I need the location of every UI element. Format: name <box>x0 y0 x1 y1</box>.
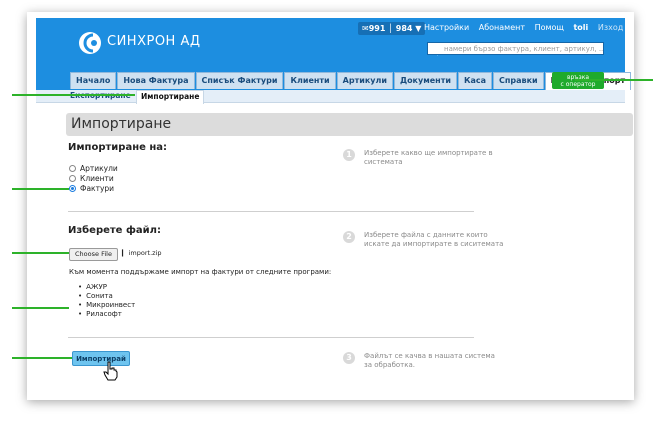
annotation-line-file <box>12 252 69 254</box>
radio-articles[interactable]: Артикули <box>69 164 118 173</box>
step-2-number: 2 <box>343 231 355 243</box>
tab-invoice-list[interactable]: Списък Фактури <box>195 72 284 89</box>
list-item: Риласофт <box>78 310 135 319</box>
supported-programs-notice: Към момента поддържаме импорт на фактури… <box>69 268 332 276</box>
radio-circle[interactable] <box>69 175 76 182</box>
step-1-text: Изберете какво ще импортирате в системат… <box>364 149 493 166</box>
import-button[interactable]: Импортирай <box>72 351 130 366</box>
annotation-line-programs <box>12 307 69 309</box>
list-item: АЖУР <box>78 283 135 292</box>
radio-label: Клиенти <box>80 174 114 183</box>
radio-label: Артикули <box>80 164 118 173</box>
subscription-link[interactable]: Абонамент <box>479 23 525 32</box>
import-to-label: Импортиране на: <box>68 142 168 153</box>
step-1-number: 1 <box>343 149 355 161</box>
choose-file-button[interactable]: Choose File <box>69 248 118 261</box>
page-title: Импортиране <box>66 113 633 136</box>
tab-home[interactable]: Начало <box>70 72 117 89</box>
subtab-export[interactable]: Експортиране <box>70 90 131 102</box>
help-link[interactable]: Помощ <box>535 23 564 32</box>
section-divider <box>68 211 474 212</box>
section-divider <box>68 337 474 338</box>
main-nav-tabs: Начало Нова Фактура Списък Фактури Клиен… <box>70 72 632 90</box>
file-name-text: import.zip <box>128 249 162 257</box>
list-item: Микроинвест <box>78 301 135 310</box>
tab-new-invoice[interactable]: Нова Фактура <box>117 72 195 89</box>
tab-articles[interactable]: Артикули <box>336 72 393 89</box>
annotation-line-radio <box>12 188 69 190</box>
annotation-line-import <box>12 357 72 359</box>
subtab-import[interactable]: Импортиране <box>136 90 205 104</box>
tab-reports[interactable]: Справки <box>493 72 544 89</box>
selected-file-name: ▎ import.zip <box>122 249 162 257</box>
annotation-line-operator <box>575 79 653 81</box>
radio-clients[interactable]: Клиенти <box>69 174 114 183</box>
radio-label: Фактури <box>80 184 115 193</box>
top-links: Настройки Абонамент Помощ toli Изход <box>424 23 630 32</box>
logout-link[interactable]: Изход <box>598 23 623 32</box>
tab-clients[interactable]: Клиенти <box>284 72 336 89</box>
tab-cash[interactable]: Каса <box>457 72 493 89</box>
user-name[interactable]: toli <box>573 23 588 32</box>
radio-circle-selected[interactable] <box>69 185 76 192</box>
logo-icon <box>79 32 101 54</box>
list-item: Сонита <box>78 292 135 301</box>
radio-invoices[interactable]: Фактури <box>69 184 114 193</box>
hand-cursor-icon <box>103 361 118 381</box>
tab-documents[interactable]: Документи <box>393 72 457 89</box>
step-2-text: Изберете файла с данните които искате да… <box>364 231 504 248</box>
search-input[interactable]: намери бързо фактура, клиент, артикул, .… <box>427 42 604 55</box>
annotation-line-subtab <box>12 94 135 96</box>
file-label: Изберете файл: <box>68 225 161 236</box>
step-3-number: 3 <box>343 352 355 364</box>
phone-number[interactable]: ✉991 │ 984 ▼ <box>358 22 426 35</box>
file-icon: ▎ <box>122 250 127 257</box>
operator-line2: с оператор <box>560 81 596 88</box>
programs-list: АЖУР Сонита Микроинвест Риласофт <box>78 283 135 319</box>
step-3-text: Файлът се качва в нашата система за обра… <box>364 352 495 369</box>
settings-link[interactable]: Настройки <box>424 23 469 32</box>
radio-circle[interactable] <box>69 165 76 172</box>
logo-text: СИНХРОН АД <box>107 34 201 49</box>
